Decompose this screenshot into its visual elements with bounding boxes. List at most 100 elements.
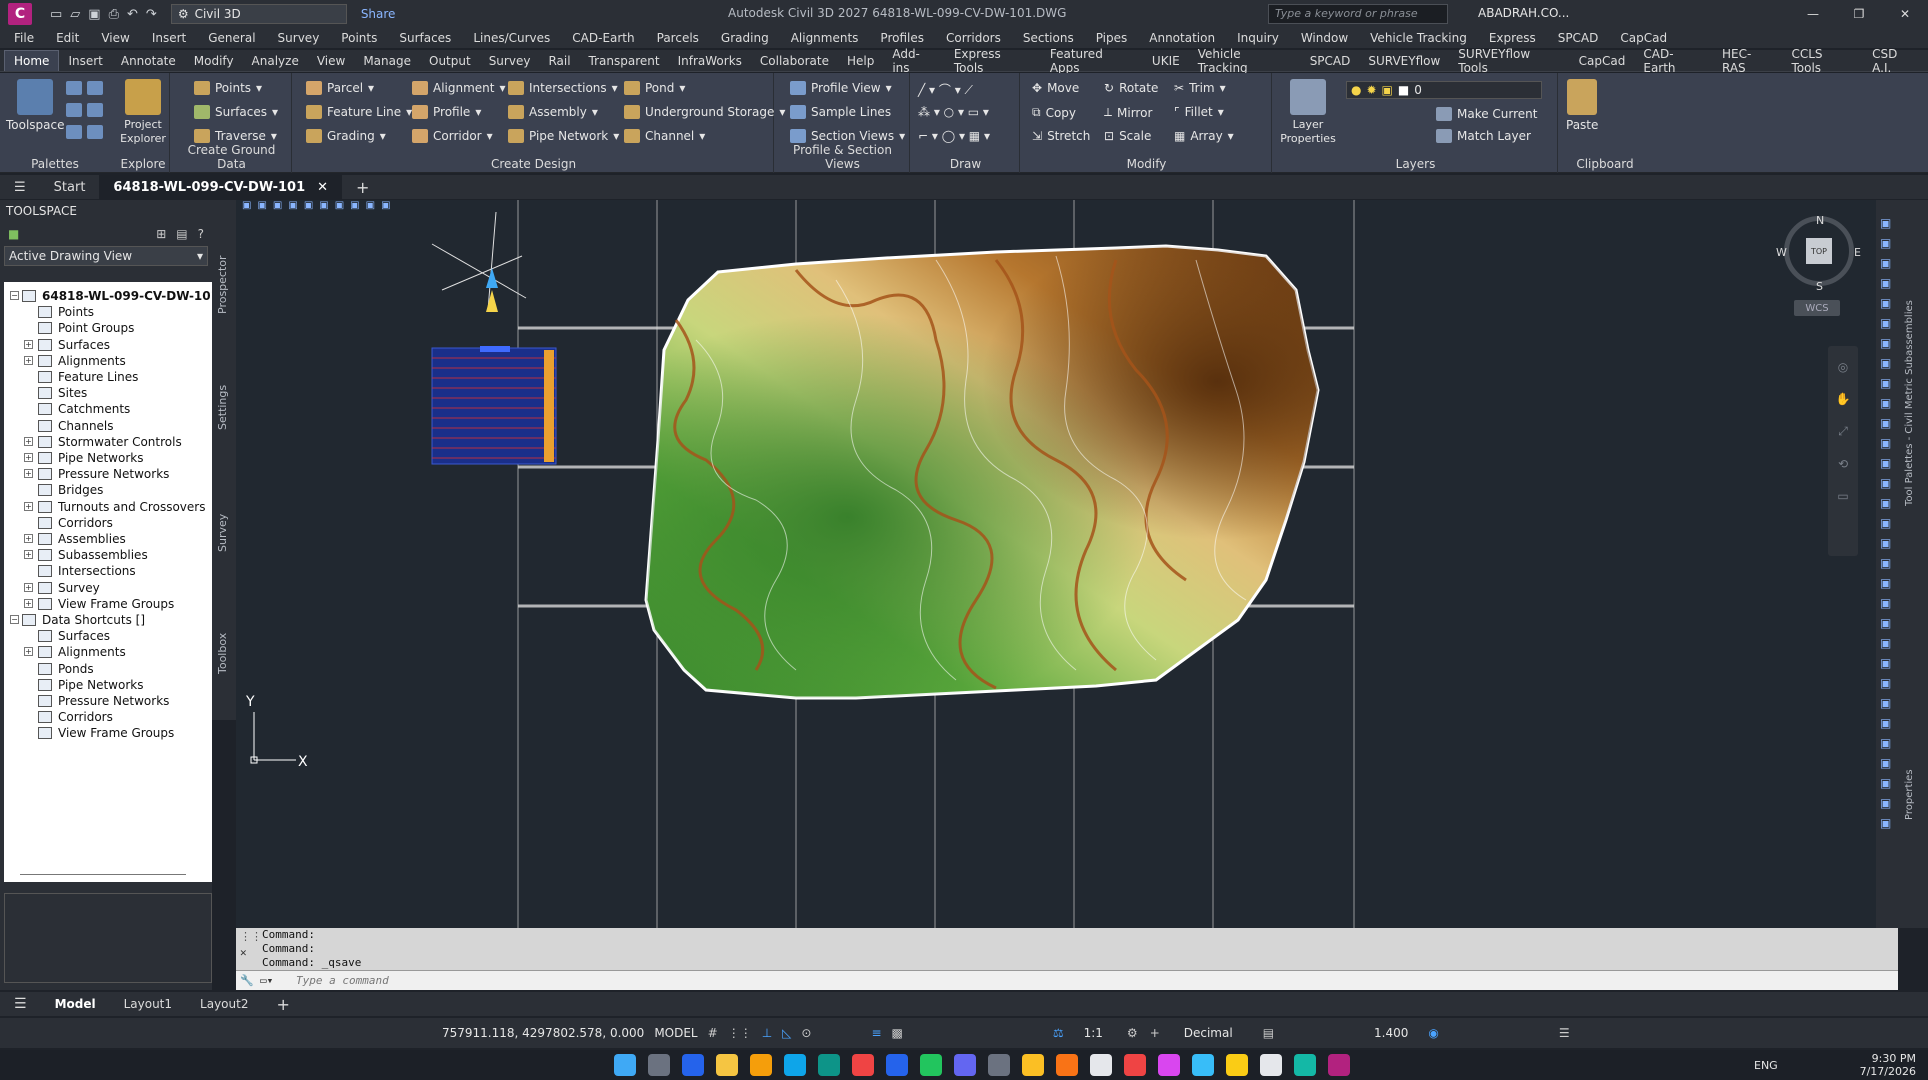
tab-home[interactable]: Home bbox=[4, 50, 60, 71]
palette-icon[interactable]: ▣ bbox=[1880, 536, 1891, 550]
palette-icon[interactable]: ▣ bbox=[1880, 276, 1891, 290]
tab-active-drawing[interactable]: 64818-WL-099-CV-DW-101 ✕ bbox=[99, 175, 343, 199]
tab-ukie[interactable]: UKIE bbox=[1143, 51, 1189, 71]
minimize-icon[interactable]: — bbox=[1790, 0, 1836, 28]
corridor-button[interactable]: Corridor ▾ bbox=[412, 129, 493, 143]
undo-icon[interactable]: ↶ bbox=[127, 7, 138, 22]
wcs-menu[interactable]: WCS bbox=[1794, 300, 1840, 316]
pond-button[interactable]: Pond ▾ bbox=[624, 81, 685, 95]
share-button[interactable]: Share bbox=[361, 7, 396, 21]
workspace-select[interactable]: ⚙ Civil 3D bbox=[170, 4, 347, 24]
annotation-scale-icon[interactable]: ⚖ bbox=[1053, 1026, 1064, 1040]
move-button[interactable]: ✥ Move bbox=[1032, 81, 1079, 95]
expand-icon[interactable]: + bbox=[24, 501, 33, 511]
transparency-icon[interactable]: ▩ bbox=[892, 1026, 903, 1040]
expand-icon[interactable]: + bbox=[24, 550, 33, 560]
tab-survey[interactable]: Survey bbox=[216, 514, 229, 552]
palette-icon[interactable]: ▣ bbox=[1880, 376, 1891, 390]
menu-item-cad-earth[interactable]: CAD-Earth bbox=[572, 31, 634, 45]
underground-storage-button[interactable]: Underground Storage ▾ bbox=[624, 105, 785, 119]
explore-panel-title[interactable]: Explore bbox=[116, 157, 170, 171]
gear-icon[interactable]: ⚙ bbox=[1127, 1026, 1138, 1040]
edge-icon[interactable] bbox=[818, 1054, 840, 1076]
tab-model[interactable]: Model bbox=[41, 997, 110, 1011]
palette-icon[interactable]: ▣ bbox=[1880, 816, 1891, 830]
palette-icon[interactable]: ▣ bbox=[1880, 236, 1891, 250]
model-space-toggle[interactable]: MODEL bbox=[654, 1026, 697, 1040]
showmotion-icon[interactable]: ▭ bbox=[1837, 489, 1848, 503]
tab-capcad[interactable]: CapCad bbox=[1570, 51, 1635, 71]
viewcube-west[interactable]: W bbox=[1776, 246, 1787, 259]
photos-icon[interactable] bbox=[682, 1054, 704, 1076]
menu-item-view[interactable]: View bbox=[101, 31, 129, 45]
user-account[interactable]: ABADRAH.CO... bbox=[1478, 6, 1569, 20]
osnap-icon[interactable]: ⊙ bbox=[801, 1026, 811, 1040]
viewcube-east[interactable]: E bbox=[1854, 246, 1861, 259]
word-icon[interactable] bbox=[886, 1054, 908, 1076]
drawing-canvas[interactable]: ▣ ▣ ▣ ▣ ▣ ▣ ▣ ▣ ▣ ▣ Y X TOP N S E W WCS … bbox=[236, 200, 1876, 928]
expand-icon[interactable]: + bbox=[24, 647, 33, 657]
palette-icon[interactable]: ▣ bbox=[1880, 456, 1891, 470]
palette-icon[interactable]: ▣ bbox=[1880, 436, 1891, 450]
modify-title[interactable]: Modify bbox=[1022, 157, 1271, 171]
new-layout-icon[interactable]: + bbox=[262, 995, 303, 1014]
app-icon[interactable] bbox=[1158, 1054, 1180, 1076]
circle-icon[interactable]: ⁂ ▾ ○ ▾ ▭ ▾ bbox=[918, 105, 989, 119]
quick-properties-icon[interactable]: ▤ bbox=[1263, 1026, 1274, 1040]
menu-item-surfaces[interactable]: Surfaces bbox=[399, 31, 451, 45]
make-current-button[interactable]: Make Current bbox=[1436, 107, 1538, 121]
pipe-network-button[interactable]: Pipe Network ▾ bbox=[508, 129, 619, 143]
rotate-button[interactable]: ↻ Rotate bbox=[1104, 81, 1158, 95]
app-icon[interactable] bbox=[1090, 1054, 1112, 1076]
open-icon[interactable]: ▱ bbox=[70, 7, 80, 22]
app-icon[interactable] bbox=[1294, 1054, 1316, 1076]
tree-scrollbar[interactable] bbox=[20, 874, 186, 875]
palette-icon[interactable]: ▣ bbox=[1880, 676, 1891, 690]
tab-spcad[interactable]: SPCAD bbox=[1301, 51, 1360, 71]
units-select[interactable]: Decimal bbox=[1184, 1026, 1233, 1040]
menu-item-general[interactable]: General bbox=[208, 31, 255, 45]
ortho-icon[interactable]: ⊥ bbox=[762, 1026, 772, 1040]
copy-button[interactable]: ⧉ Copy bbox=[1032, 105, 1076, 120]
create-ground-data-title[interactable]: Create Ground Data bbox=[172, 143, 291, 171]
system-clock[interactable]: 9:30 PM 7/17/2026 bbox=[1860, 1052, 1916, 1078]
redo-icon[interactable]: ↷ bbox=[146, 7, 157, 22]
grading-button[interactable]: Grading ▾ bbox=[306, 129, 386, 143]
toolspace-tool-icon[interactable]: ■ bbox=[8, 227, 19, 241]
menu-icon[interactable]: ☰ bbox=[0, 180, 40, 195]
settings-icon[interactable] bbox=[648, 1054, 670, 1076]
surfaces-button[interactable]: Surfaces ▾ bbox=[194, 105, 278, 119]
wrench-icon[interactable]: 🔧 bbox=[240, 974, 254, 987]
view-select[interactable]: Active Drawing View ▾ bbox=[4, 246, 208, 266]
options-icon[interactable]: ⊞ bbox=[156, 227, 166, 241]
command-prompt-icon[interactable]: ▭▾ bbox=[260, 974, 273, 987]
grid-icon[interactable]: # bbox=[708, 1026, 718, 1040]
tab-manage[interactable]: Manage bbox=[354, 51, 420, 71]
orbit-icon[interactable]: ⟲ bbox=[1838, 457, 1848, 471]
sample-lines-button[interactable]: Sample Lines bbox=[790, 105, 891, 119]
layer-dropdown[interactable]: ● ✹ ▣ ■ 0 bbox=[1346, 81, 1542, 99]
tab-help[interactable]: Help bbox=[838, 51, 883, 71]
palette-icon[interactable]: ▣ bbox=[1880, 636, 1891, 650]
pan-icon[interactable]: ✋ bbox=[1836, 392, 1851, 406]
intersections-button[interactable]: Intersections ▾ bbox=[508, 81, 618, 95]
explorer-icon[interactable] bbox=[716, 1054, 738, 1076]
save-icon[interactable]: ▣ bbox=[88, 7, 100, 22]
palette-icon[interactable]: ▣ bbox=[1880, 296, 1891, 310]
menu-item-lines-curves[interactable]: Lines/Curves bbox=[473, 31, 550, 45]
scale-button[interactable]: ⊡ Scale bbox=[1104, 129, 1151, 143]
palette-icon[interactable]: ▣ bbox=[1880, 776, 1891, 790]
tab-analyze[interactable]: Analyze bbox=[243, 51, 308, 71]
draw-title[interactable]: Draw bbox=[912, 157, 1019, 171]
close-icon[interactable]: ✕ bbox=[1882, 0, 1928, 28]
language-indicator[interactable]: ENG bbox=[1754, 1059, 1778, 1072]
palette-icon[interactable]: ▣ bbox=[1880, 496, 1891, 510]
tool-palettes-title[interactable]: Tool Palettes - Civil Metric Subassembli… bbox=[1904, 300, 1915, 506]
array-button[interactable]: ▦ Array ▾ bbox=[1174, 129, 1234, 143]
whatsapp-icon[interactable] bbox=[920, 1054, 942, 1076]
palette-icon[interactable]: ▣ bbox=[1880, 616, 1891, 630]
start-icon[interactable] bbox=[614, 1054, 636, 1076]
menu-item-insert[interactable]: Insert bbox=[152, 31, 186, 45]
toolspace-button[interactable]: Toolspace bbox=[6, 79, 65, 132]
new-icon[interactable]: ▭ bbox=[50, 7, 62, 22]
